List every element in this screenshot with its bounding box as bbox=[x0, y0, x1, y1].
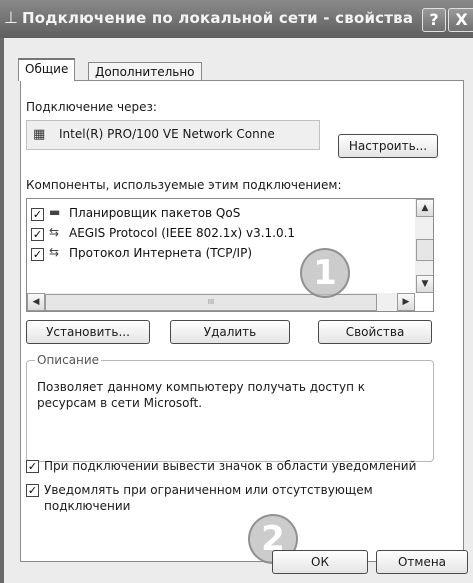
help-button[interactable]: ? bbox=[422, 8, 446, 32]
horizontal-scrollbar[interactable]: ◀ III ▶ bbox=[27, 293, 415, 311]
tcpip-checkbox[interactable]: ✓ bbox=[31, 248, 44, 261]
scroll-down-icon[interactable]: ▼ bbox=[416, 275, 433, 293]
properties-button[interactable]: Свойства bbox=[318, 320, 432, 344]
notify-checkbox[interactable]: ✓ bbox=[26, 484, 39, 497]
window-title: Подключение по локальной сети - свойства bbox=[22, 9, 414, 27]
install-button[interactable]: Установить... bbox=[26, 320, 150, 344]
title-bar[interactable]: ⊥ Подключение по локальной сети - свойст… bbox=[0, 0, 473, 38]
network-connection-icon: ⊥ bbox=[4, 8, 18, 27]
scroll-up-icon[interactable]: ▲ bbox=[416, 199, 433, 217]
list-item-label: Планировщик пакетов QoS bbox=[69, 206, 241, 220]
configure-button[interactable]: Настроить... bbox=[338, 134, 438, 158]
uninstall-button[interactable]: Удалить bbox=[170, 320, 290, 344]
scroll-left-icon[interactable]: ◀ bbox=[27, 293, 45, 311]
adapter-name: Intel(R) PRO/100 VE Network Conne bbox=[59, 127, 275, 141]
show-icon-label: При подключении вывести значок в области… bbox=[44, 459, 417, 473]
tab-general[interactable]: Общие bbox=[18, 58, 76, 81]
list-item-label: Протокол Интернета (TCP/IP) bbox=[69, 246, 253, 260]
description-text: Позволяет данному компьютеру получать до… bbox=[37, 380, 365, 410]
protocol-icon: ⇆ bbox=[49, 225, 60, 239]
adapter-field: ▦ Intel(R) PRO/100 VE Network Conne bbox=[26, 120, 320, 150]
dialog-client-area: Дополнительно Общие Подключение через: ▦… bbox=[4, 38, 473, 583]
vertical-scrollbar[interactable]: ▲ ▼ bbox=[415, 199, 433, 293]
ok-button[interactable]: ОК bbox=[272, 550, 368, 574]
description-group: Описание Позволяет данному компьютеру по… bbox=[26, 353, 434, 462]
connect-using-label: Подключение через: bbox=[26, 100, 157, 114]
vertical-scroll-thumb[interactable] bbox=[416, 239, 433, 261]
components-label: Компоненты, используемые этим подключени… bbox=[26, 178, 342, 192]
scheduler-icon: ▬ bbox=[49, 205, 61, 219]
description-legend: Описание bbox=[35, 353, 102, 367]
notify-label: Уведомлять при ограниченном или отсутств… bbox=[44, 483, 373, 513]
aegis-checkbox[interactable]: ✓ bbox=[31, 228, 44, 241]
list-item-label: AEGIS Protocol (IEEE 802.1x) v3.1.0.1 bbox=[69, 226, 296, 240]
scroll-right-icon[interactable]: ▶ bbox=[397, 293, 415, 311]
protocol-icon: ⇆ bbox=[49, 245, 60, 259]
properties-dialog: ⊥ Подключение по локальной сети - свойст… bbox=[0, 0, 473, 583]
qos-checkbox[interactable]: ✓ bbox=[31, 208, 44, 221]
tab-advanced[interactable]: Дополнительно bbox=[88, 62, 202, 81]
components-list[interactable]: ✓ ▬ Планировщик пакетов QoS ✓ ⇆ AEGIS Pr… bbox=[26, 198, 434, 312]
cancel-button[interactable]: Отмена bbox=[376, 550, 468, 574]
show-icon-checkbox[interactable]: ✓ bbox=[26, 460, 39, 473]
network-adapter-icon: ▦ bbox=[33, 127, 46, 142]
marker-1: 1 bbox=[300, 248, 350, 298]
close-button[interactable]: X bbox=[448, 8, 473, 32]
